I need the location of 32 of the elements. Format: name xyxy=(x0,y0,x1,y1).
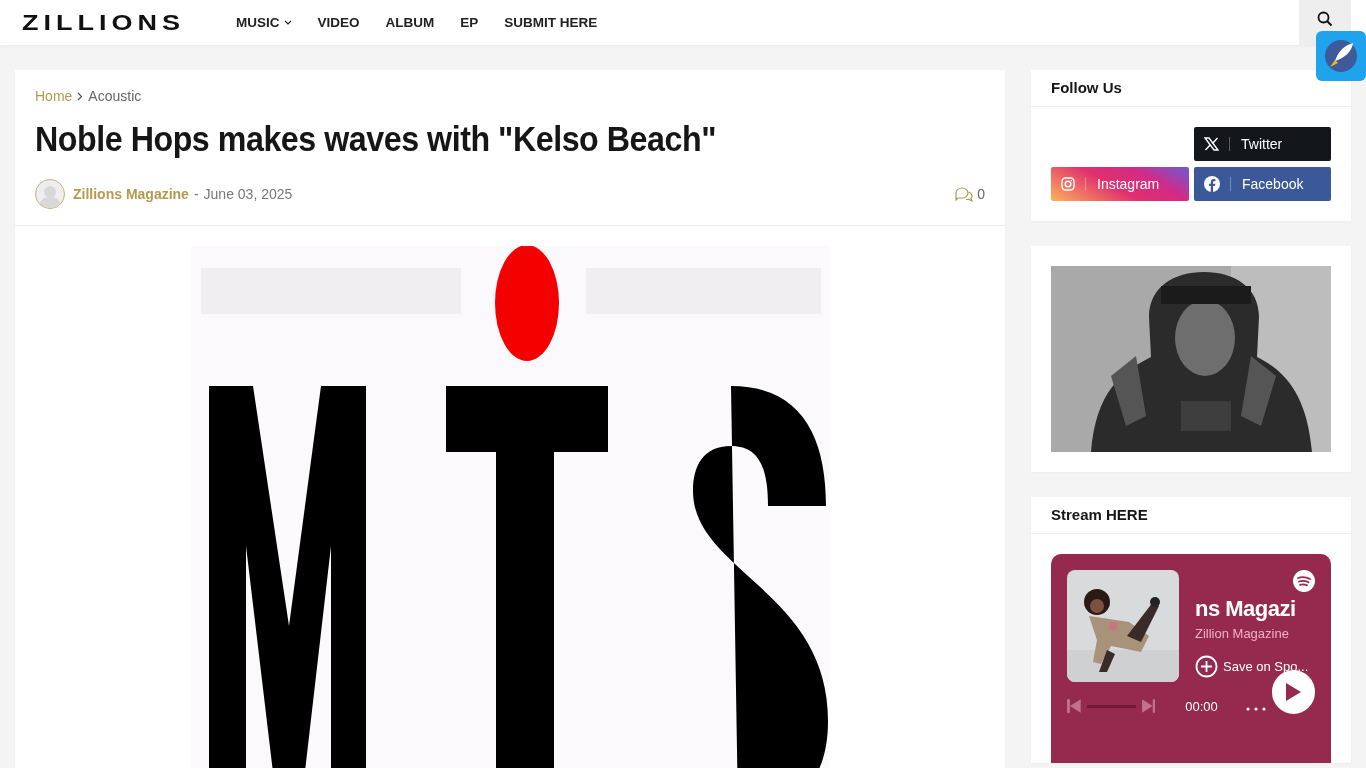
save-button[interactable]: Save on Spo... xyxy=(1195,655,1315,678)
chevron-right-icon xyxy=(77,91,84,101)
progress-track[interactable] xyxy=(1086,704,1136,708)
site-logo[interactable]: ZILLIONS xyxy=(22,11,185,34)
nav-link[interactable]: SUBMIT HERE xyxy=(491,15,611,30)
x-logo-icon xyxy=(1204,137,1219,151)
more-icon xyxy=(1245,706,1266,711)
plus-circle-icon xyxy=(1195,655,1218,678)
social-button[interactable]: Instagram xyxy=(1051,167,1189,201)
post-title: Noble Hops makes waves with "Kelso Beach" xyxy=(35,119,717,159)
facebook-icon xyxy=(1204,176,1220,192)
meta-separator: - xyxy=(193,186,199,202)
nav-link[interactable]: ALBUM xyxy=(372,15,448,30)
artist-name: Zillion Magazine xyxy=(1195,626,1290,641)
breadcrumb-current: Acoustic xyxy=(88,88,142,104)
spotify-icon[interactable] xyxy=(1293,570,1315,592)
play-icon xyxy=(1285,683,1302,701)
widget-title: Stream HERE xyxy=(1031,497,1351,534)
nav-link[interactable]: MUSIC xyxy=(223,15,305,30)
search-icon xyxy=(1317,11,1333,27)
time-label: 00:00 xyxy=(1185,698,1218,714)
comments-link[interactable]: 0 xyxy=(955,186,985,202)
social-button[interactable]: Facebook xyxy=(1194,167,1331,201)
comments-icon xyxy=(955,186,974,202)
nav-link[interactable]: VIDEO xyxy=(304,15,373,30)
social-button[interactable]: Twitter xyxy=(1194,127,1331,161)
post-date: June 03, 2025 xyxy=(203,186,293,202)
nav-link[interactable]: EP xyxy=(447,15,492,30)
track-title: ns Magazi xyxy=(1195,596,1297,622)
instagram-icon xyxy=(1061,177,1075,191)
rocket-button[interactable] xyxy=(1316,31,1366,81)
avatar-icon xyxy=(35,179,65,209)
